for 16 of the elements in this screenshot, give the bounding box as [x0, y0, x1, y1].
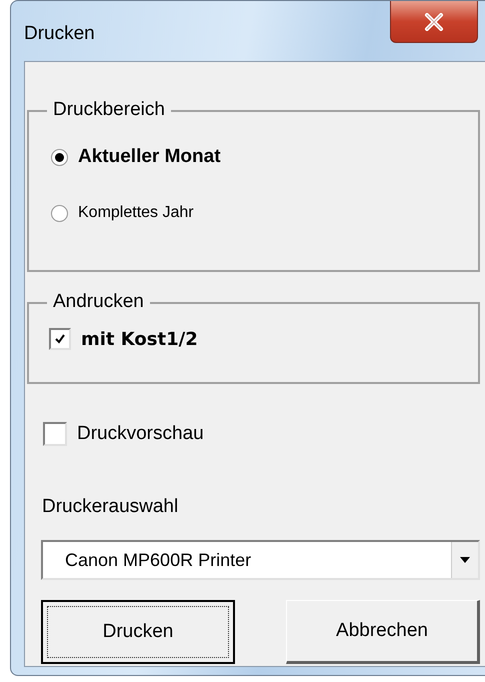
close-button[interactable]	[390, 1, 478, 43]
checkbox[interactable]	[43, 422, 67, 446]
printer-dropdown[interactable]: Canon MP600R Printer	[41, 540, 480, 580]
radio-button[interactable]	[51, 204, 68, 222]
window-title: Drucken	[24, 23, 95, 45]
checkbox-label: Druckvorschau	[77, 423, 204, 445]
field-label: Druckerauswahl	[42, 496, 180, 518]
close-icon	[423, 12, 445, 30]
dialog-button[interactable]: Abbrechen	[286, 600, 480, 664]
option-label: Aktueller Monat	[78, 146, 221, 168]
radio-button[interactable]	[51, 148, 68, 166]
option-label: mit Kost1/2	[81, 328, 198, 350]
check-icon	[54, 333, 66, 345]
checkbox[interactable]	[49, 328, 71, 350]
dialog-button[interactable]: Drucken	[41, 600, 235, 664]
option-label: Komplettes Jahr	[78, 204, 194, 222]
